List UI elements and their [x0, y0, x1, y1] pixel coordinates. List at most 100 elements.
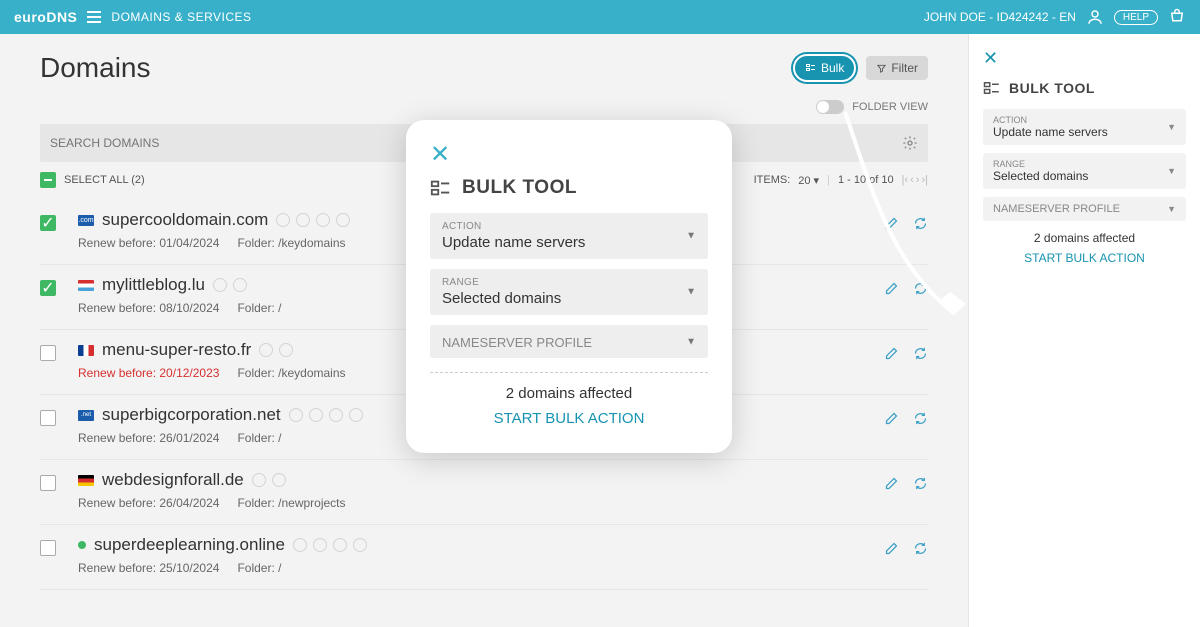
row-checkbox[interactable]: [40, 345, 56, 361]
refresh-icon[interactable]: [913, 216, 928, 231]
bulk-icon: [805, 62, 817, 74]
folder-view-toggle[interactable]: [816, 100, 844, 114]
status-icon: [293, 538, 307, 552]
domain-status-icons: [293, 538, 367, 552]
chevron-down-icon: ▼: [1167, 166, 1176, 176]
close-icon[interactable]: ✕: [430, 140, 450, 169]
status-icon: [296, 213, 310, 227]
status-icon: [309, 408, 323, 422]
row-actions: [884, 281, 928, 296]
table-row: webdesignforall.deRenew before: 26/04/20…: [40, 460, 928, 525]
edit-icon[interactable]: [884, 216, 899, 231]
status-icon: [336, 213, 350, 227]
side-domains-affected: 2 domains affected: [983, 231, 1186, 245]
edit-icon[interactable]: [884, 411, 899, 426]
start-bulk-action-button[interactable]: START BULK ACTION: [430, 410, 708, 427]
folder-path: Folder: /keydomains: [237, 366, 345, 380]
folder-path: Folder: /: [237, 431, 281, 445]
domain-name[interactable]: menu-super-resto.fr: [102, 340, 251, 360]
folder-view-label: FOLDER VIEW: [852, 101, 928, 113]
table-row: superdeeplearning.online Renew before: 25…: [40, 525, 928, 590]
menu-icon[interactable]: [87, 11, 101, 23]
pagination-range: 1 - 10 of 10: [838, 174, 894, 186]
domain-name[interactable]: superdeeplearning.online: [94, 535, 285, 555]
domain-name[interactable]: superbigcorporation.net: [102, 405, 281, 425]
topbar-right: JOHN DOE - ID424242 - EN HELP: [924, 8, 1186, 26]
help-button[interactable]: HELP: [1114, 10, 1158, 25]
row-checkbox[interactable]: [40, 410, 56, 426]
close-icon[interactable]: ✕: [983, 48, 998, 68]
logo[interactable]: euroDNS: [14, 9, 77, 25]
filter-button-label: Filter: [891, 61, 918, 75]
domain-meta: Renew before: 25/10/2024Folder: /: [78, 561, 884, 575]
user-icon[interactable]: [1086, 8, 1104, 26]
refresh-icon[interactable]: [913, 541, 928, 556]
row-checkbox[interactable]: ✓: [40, 215, 56, 231]
domain-name[interactable]: supercooldomain.com: [102, 210, 268, 230]
bulk-button[interactable]: Bulk: [793, 54, 856, 82]
page-last-icon[interactable]: ›|: [921, 174, 928, 186]
select-all-checkbox[interactable]: [40, 172, 56, 188]
domain-name[interactable]: webdesignforall.de: [102, 470, 244, 490]
profile-label: NAMESERVER PROFILE: [442, 335, 696, 350]
bulk-button-label: Bulk: [821, 61, 844, 75]
edit-icon[interactable]: [884, 476, 899, 491]
refresh-icon[interactable]: [913, 346, 928, 361]
status-icon: [333, 538, 347, 552]
flag-icon: [78, 541, 86, 549]
side-range-field[interactable]: RANGE Selected domains ▼: [983, 153, 1186, 189]
status-icon: [213, 278, 227, 292]
range-label: RANGE: [442, 277, 696, 288]
range-field[interactable]: RANGE Selected domains ▼: [430, 269, 708, 315]
side-range-value: Selected domains: [993, 169, 1176, 183]
row-checkbox[interactable]: [40, 540, 56, 556]
action-field[interactable]: ACTION Update name servers ▼: [430, 213, 708, 259]
bulk-tool-modal: ✕ BULK TOOL ACTION Update name servers ▼…: [406, 120, 732, 453]
domain-line: superdeeplearning.online: [78, 535, 884, 555]
bulk-tool-icon: [430, 177, 452, 199]
side-action-field[interactable]: ACTION Update name servers ▼: [983, 109, 1186, 145]
edit-icon[interactable]: [884, 346, 899, 361]
edit-icon[interactable]: [884, 281, 899, 296]
flag-icon: [78, 345, 94, 356]
topbar-left: euroDNS DOMAINS & SERVICES: [14, 9, 252, 25]
status-icon: [252, 473, 266, 487]
status-icon: [279, 343, 293, 357]
page-prev-icon[interactable]: ‹: [910, 174, 914, 186]
page-first-icon[interactable]: |‹: [902, 174, 909, 186]
header-actions: Bulk Filter: [40, 54, 928, 82]
filter-button[interactable]: Filter: [866, 56, 928, 80]
domain-name[interactable]: mylittleblog.lu: [102, 275, 205, 295]
side-profile-field[interactable]: NAMESERVER PROFILE ▼: [983, 197, 1186, 221]
action-label: ACTION: [442, 221, 696, 232]
gear-icon[interactable]: [902, 135, 918, 151]
edit-icon[interactable]: [884, 541, 899, 556]
content: Domains Bulk Filter FOLDER VIEW SELECT A…: [0, 34, 968, 627]
profile-field[interactable]: NAMESERVER PROFILE ▼: [430, 325, 708, 358]
side-action-label: ACTION: [993, 115, 1176, 125]
refresh-icon[interactable]: [913, 476, 928, 491]
user-info[interactable]: JOHN DOE - ID424242 - EN: [924, 10, 1076, 24]
select-all[interactable]: SELECT ALL (2): [40, 172, 145, 188]
status-icon: [313, 538, 327, 552]
domain-status-icons: [289, 408, 363, 422]
row-checkbox[interactable]: [40, 475, 56, 491]
chevron-down-icon: ▼: [1167, 122, 1176, 132]
select-all-label: SELECT ALL (2): [64, 174, 145, 186]
status-icon: [276, 213, 290, 227]
side-title-row: BULK TOOL: [983, 79, 1186, 97]
items-label: ITEMS:: [754, 174, 791, 186]
domain-status-icons: [213, 278, 247, 292]
cart-icon[interactable]: [1168, 8, 1186, 26]
status-icon: [259, 343, 273, 357]
status-icon: [272, 473, 286, 487]
chevron-down-icon: ▼: [1167, 204, 1176, 214]
breadcrumb[interactable]: DOMAINS & SERVICES: [111, 10, 251, 24]
refresh-icon[interactable]: [913, 411, 928, 426]
page-next-icon[interactable]: ›: [916, 174, 920, 186]
refresh-icon[interactable]: [913, 281, 928, 296]
side-start-bulk-action-button[interactable]: START BULK ACTION: [983, 251, 1186, 265]
items-per-page[interactable]: 20 ▾: [798, 174, 819, 187]
row-checkbox[interactable]: ✓: [40, 280, 56, 296]
side-profile-label: NAMESERVER PROFILE: [993, 203, 1176, 215]
